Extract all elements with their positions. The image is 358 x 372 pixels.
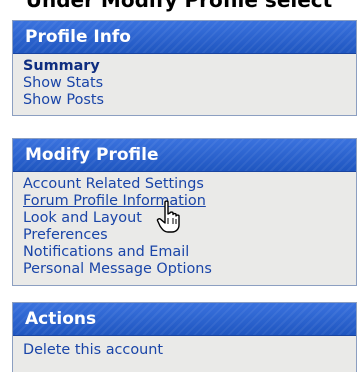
actions-panel: Actions Delete this account: [12, 302, 357, 372]
delete-account-link[interactable]: Delete this account: [23, 342, 356, 359]
preferences-link[interactable]: Preferences: [23, 227, 356, 244]
summary-link[interactable]: Summary: [23, 58, 356, 75]
look-and-layout-link[interactable]: Look and Layout: [23, 210, 356, 227]
profile-info-header: Profile Info: [13, 21, 356, 54]
forum-profile-information-link[interactable]: Forum Profile Information: [23, 193, 356, 210]
page-caption: Under Modify Profile select: [25, 0, 333, 12]
actions-header: Actions: [13, 303, 356, 336]
notifications-and-email-link[interactable]: Notifications and Email: [23, 244, 356, 261]
modify-profile-header: Modify Profile: [13, 139, 356, 172]
show-stats-link[interactable]: Show Stats: [23, 75, 356, 92]
personal-message-options-link[interactable]: Personal Message Options: [23, 261, 356, 278]
account-related-settings-link[interactable]: Account Related Settings: [23, 176, 356, 193]
profile-info-panel: Profile Info Summary Show Stats Show Pos…: [12, 20, 357, 116]
hand-pointer-icon: [156, 200, 180, 233]
show-posts-link[interactable]: Show Posts: [23, 92, 356, 109]
